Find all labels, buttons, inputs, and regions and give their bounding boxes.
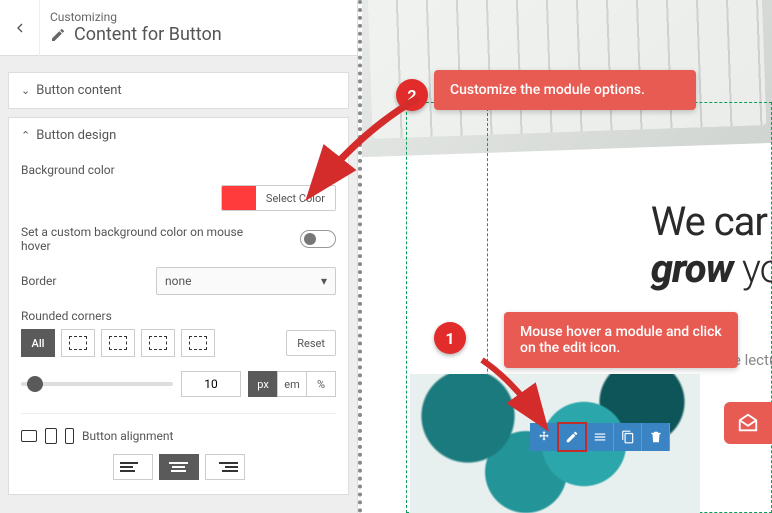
- page-title: Content for Button: [74, 24, 222, 45]
- customizer-sidebar: Customizing Content for Button ⌄ Button …: [0, 0, 358, 513]
- bg-color-picker[interactable]: Select Color: [221, 185, 336, 211]
- module-toolbar: [530, 423, 670, 451]
- corner-tr-button[interactable]: [101, 329, 135, 357]
- phone-icon[interactable]: [65, 428, 74, 444]
- desktop-icon[interactable]: [21, 430, 37, 442]
- border-select[interactable]: none ▾: [156, 267, 336, 295]
- move-button[interactable]: [530, 423, 558, 451]
- color-swatch: [222, 186, 256, 210]
- align-center-button[interactable]: [159, 454, 199, 480]
- pencil-icon: [50, 27, 66, 43]
- settings-button[interactable]: [586, 423, 614, 451]
- corner-bl-button[interactable]: [141, 329, 175, 357]
- hover-bg-label: Set a custom background color on mouse h…: [21, 225, 251, 253]
- corner-tl-button[interactable]: [61, 329, 95, 357]
- help-fab[interactable]: [724, 402, 772, 444]
- align-label: Button alignment: [82, 429, 173, 443]
- duplicate-button[interactable]: [614, 423, 642, 451]
- section-button-design: ⌃ Button design Background color Select …: [8, 117, 349, 495]
- rounded-label: Rounded corners: [21, 309, 336, 323]
- section-button-content[interactable]: ⌄ Button content: [8, 72, 349, 109]
- align-right-button[interactable]: [205, 454, 245, 480]
- align-left-button[interactable]: [113, 454, 153, 480]
- sidebar-header: Customizing Content for Button: [0, 0, 357, 56]
- corner-br-button[interactable]: [181, 329, 215, 357]
- section-title: Button design: [36, 128, 116, 143]
- select-color-label: Select Color: [256, 186, 335, 210]
- border-value: none: [165, 274, 191, 288]
- chevron-up-icon: ⌃: [21, 129, 30, 142]
- section-title: Button content: [36, 83, 121, 98]
- preview-canvas: We car grow you olor sit ametrisus. Susp…: [358, 0, 772, 513]
- breadcrumb: Customizing: [50, 10, 357, 24]
- radius-input[interactable]: [181, 371, 241, 397]
- delete-button[interactable]: [642, 423, 670, 451]
- radius-slider[interactable]: [21, 382, 173, 386]
- edit-button[interactable]: [558, 423, 586, 451]
- chevron-down-icon: ⌄: [21, 84, 30, 97]
- back-button[interactable]: [0, 0, 40, 56]
- section-button-design-toggle[interactable]: ⌃ Button design: [9, 118, 348, 153]
- annotation-badge-2: 2: [396, 79, 428, 111]
- annotation-callout-2: Customize the module options.: [434, 70, 696, 110]
- bg-color-label: Background color: [21, 163, 336, 177]
- unit-em-button[interactable]: em: [277, 371, 307, 397]
- caret-down-icon: ▾: [321, 274, 327, 288]
- annotation-callout-1: Mouse hover a module and click on the ed…: [504, 312, 738, 368]
- corner-all-button[interactable]: All: [21, 329, 55, 357]
- unit-pct-button[interactable]: %: [306, 371, 336, 397]
- border-label: Border: [21, 274, 56, 288]
- headline-text: We car grow you: [651, 198, 772, 292]
- tablet-icon[interactable]: [45, 428, 57, 444]
- reset-button[interactable]: Reset: [286, 330, 336, 356]
- hover-bg-toggle[interactable]: [300, 230, 336, 248]
- unit-px-button[interactable]: px: [248, 371, 278, 397]
- annotation-badge-1: 1: [434, 322, 466, 354]
- envelope-open-icon: [737, 412, 759, 434]
